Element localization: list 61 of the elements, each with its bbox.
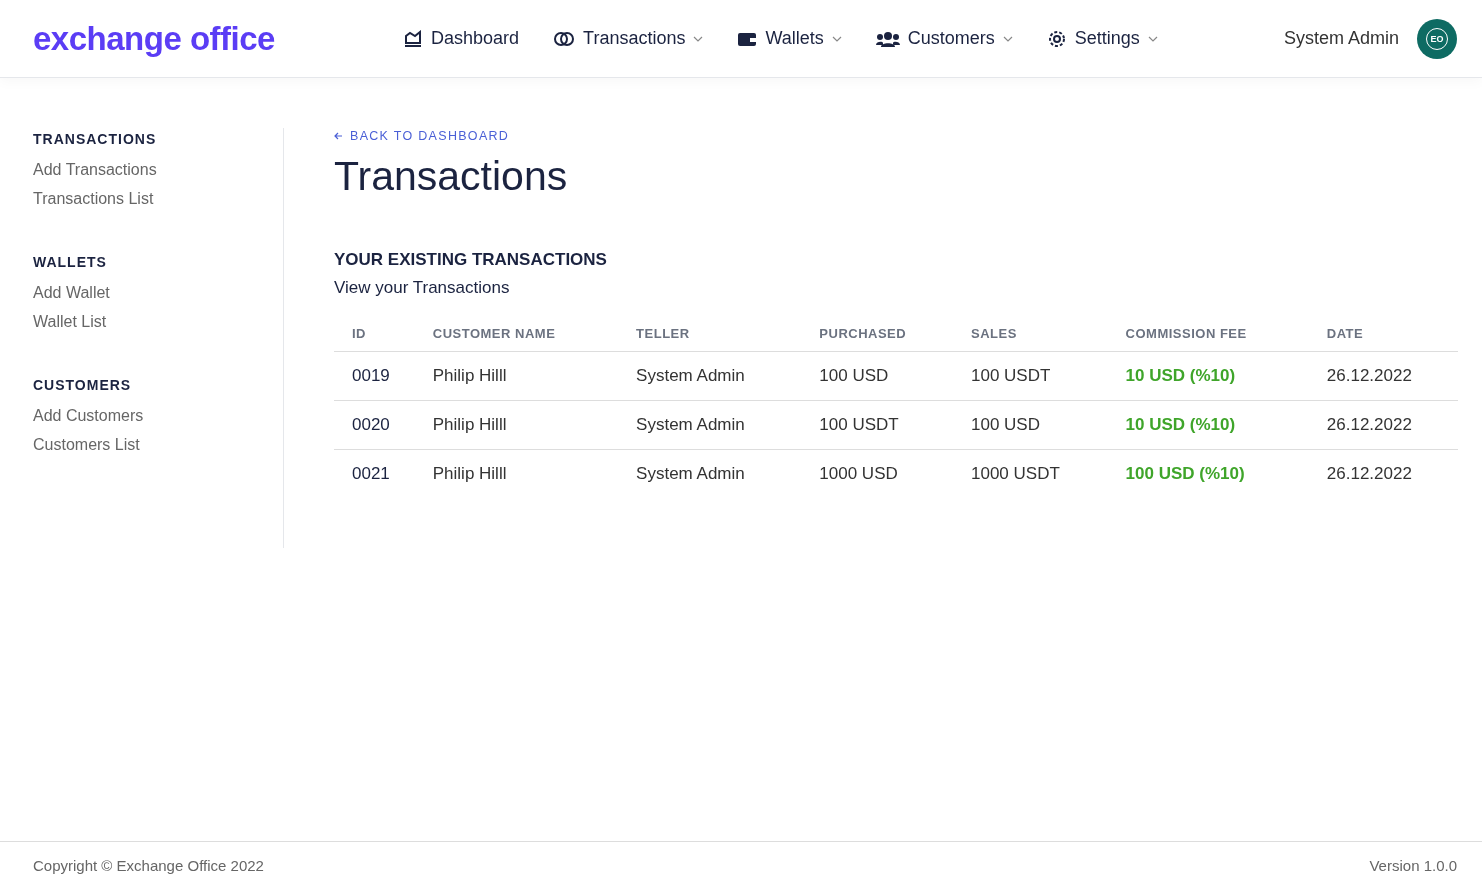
column-header: ID xyxy=(334,326,415,352)
sidebar-link[interactable]: Add Wallet xyxy=(33,284,283,302)
avatar[interactable]: EO xyxy=(1417,18,1457,59)
settings-icon xyxy=(1046,28,1067,49)
users-icon xyxy=(875,30,900,47)
sidebar-heading: TRANSACTIONS xyxy=(33,131,158,147)
column-header: TELLER xyxy=(618,326,802,352)
nav-link[interactable]: Dashboard xyxy=(403,28,520,49)
page-title: Transactions xyxy=(334,153,569,200)
sidebar-link[interactable]: Customers List xyxy=(33,436,283,454)
left-arrow-icon xyxy=(334,132,343,140)
table-cell: Philip Hilll xyxy=(414,351,619,401)
table-cell: 100 USDT xyxy=(953,351,1108,401)
table-cell: 100 USD (%10) xyxy=(1107,449,1309,498)
table-cell: 100 USD xyxy=(953,400,1108,450)
nav-link[interactable]: Settings xyxy=(1046,28,1158,49)
table-cell: 0020 xyxy=(334,400,415,450)
table-cell: 26.12.2022 xyxy=(1308,400,1458,450)
table-cell: System Admin xyxy=(618,449,802,498)
caret-icon xyxy=(1002,35,1013,42)
nav-link[interactable]: Customers xyxy=(875,28,1013,49)
caret-icon xyxy=(1147,35,1158,42)
user-name: System Admin xyxy=(1283,28,1399,49)
table-cell: 100 USD xyxy=(801,351,953,401)
table-cell: 0021 xyxy=(334,449,415,498)
table-cell: 26.12.2022 xyxy=(1308,351,1458,401)
table-cell: Philip Hilll xyxy=(414,400,619,450)
column-header: PURCHASED xyxy=(801,326,953,352)
table-cell: System Admin xyxy=(618,400,802,450)
wallet-icon xyxy=(737,30,758,47)
column-header: COMMISSION FEE xyxy=(1107,326,1309,352)
version-text: Version 1.0.0 xyxy=(1369,856,1457,874)
table-cell: 26.12.2022 xyxy=(1308,449,1458,498)
caret-icon xyxy=(693,35,704,42)
nav-link[interactable]: Transactions xyxy=(553,28,704,49)
sidebar-heading: CUSTOMERS xyxy=(33,377,133,393)
table-cell: System Admin xyxy=(618,351,802,401)
brand-logo[interactable]: exchange office xyxy=(33,19,403,58)
section-heading: YOUR EXISTING TRANSACTIONS xyxy=(334,250,608,270)
column-header: CUSTOMER NAME xyxy=(414,326,619,352)
exchange-icon xyxy=(553,29,576,48)
table-cell: 100 USDT xyxy=(801,400,953,450)
caret-icon xyxy=(831,35,842,42)
sidebar-link[interactable]: Wallet List xyxy=(33,313,283,331)
table-cell: 10 USD (%10) xyxy=(1107,400,1309,450)
table-cell: Philip Hilll xyxy=(414,449,619,498)
column-header: SALES xyxy=(953,326,1108,352)
sidebar-link[interactable]: Transactions List xyxy=(33,190,283,208)
section-subheading: View your Transactions xyxy=(334,278,511,298)
sidebar-link[interactable]: Add Transactions xyxy=(33,161,283,179)
table-cell: 10 USD (%10) xyxy=(1107,351,1309,401)
table-cell: 0019 xyxy=(334,351,415,401)
sidebar-heading: WALLETS xyxy=(33,254,108,270)
back-link[interactable]: BACK TO DASHBOARD xyxy=(334,129,1458,143)
column-header: DATE xyxy=(1308,326,1458,352)
nav-link[interactable]: Wallets xyxy=(737,28,842,49)
copyright-text: Copyright © Exchange Office 2022 xyxy=(33,856,264,874)
sidebar-link[interactable]: Add Customers xyxy=(33,407,283,425)
table-cell: 1000 USDT xyxy=(953,449,1108,498)
chart-icon xyxy=(403,29,423,48)
table-cell: 1000 USD xyxy=(801,449,953,498)
